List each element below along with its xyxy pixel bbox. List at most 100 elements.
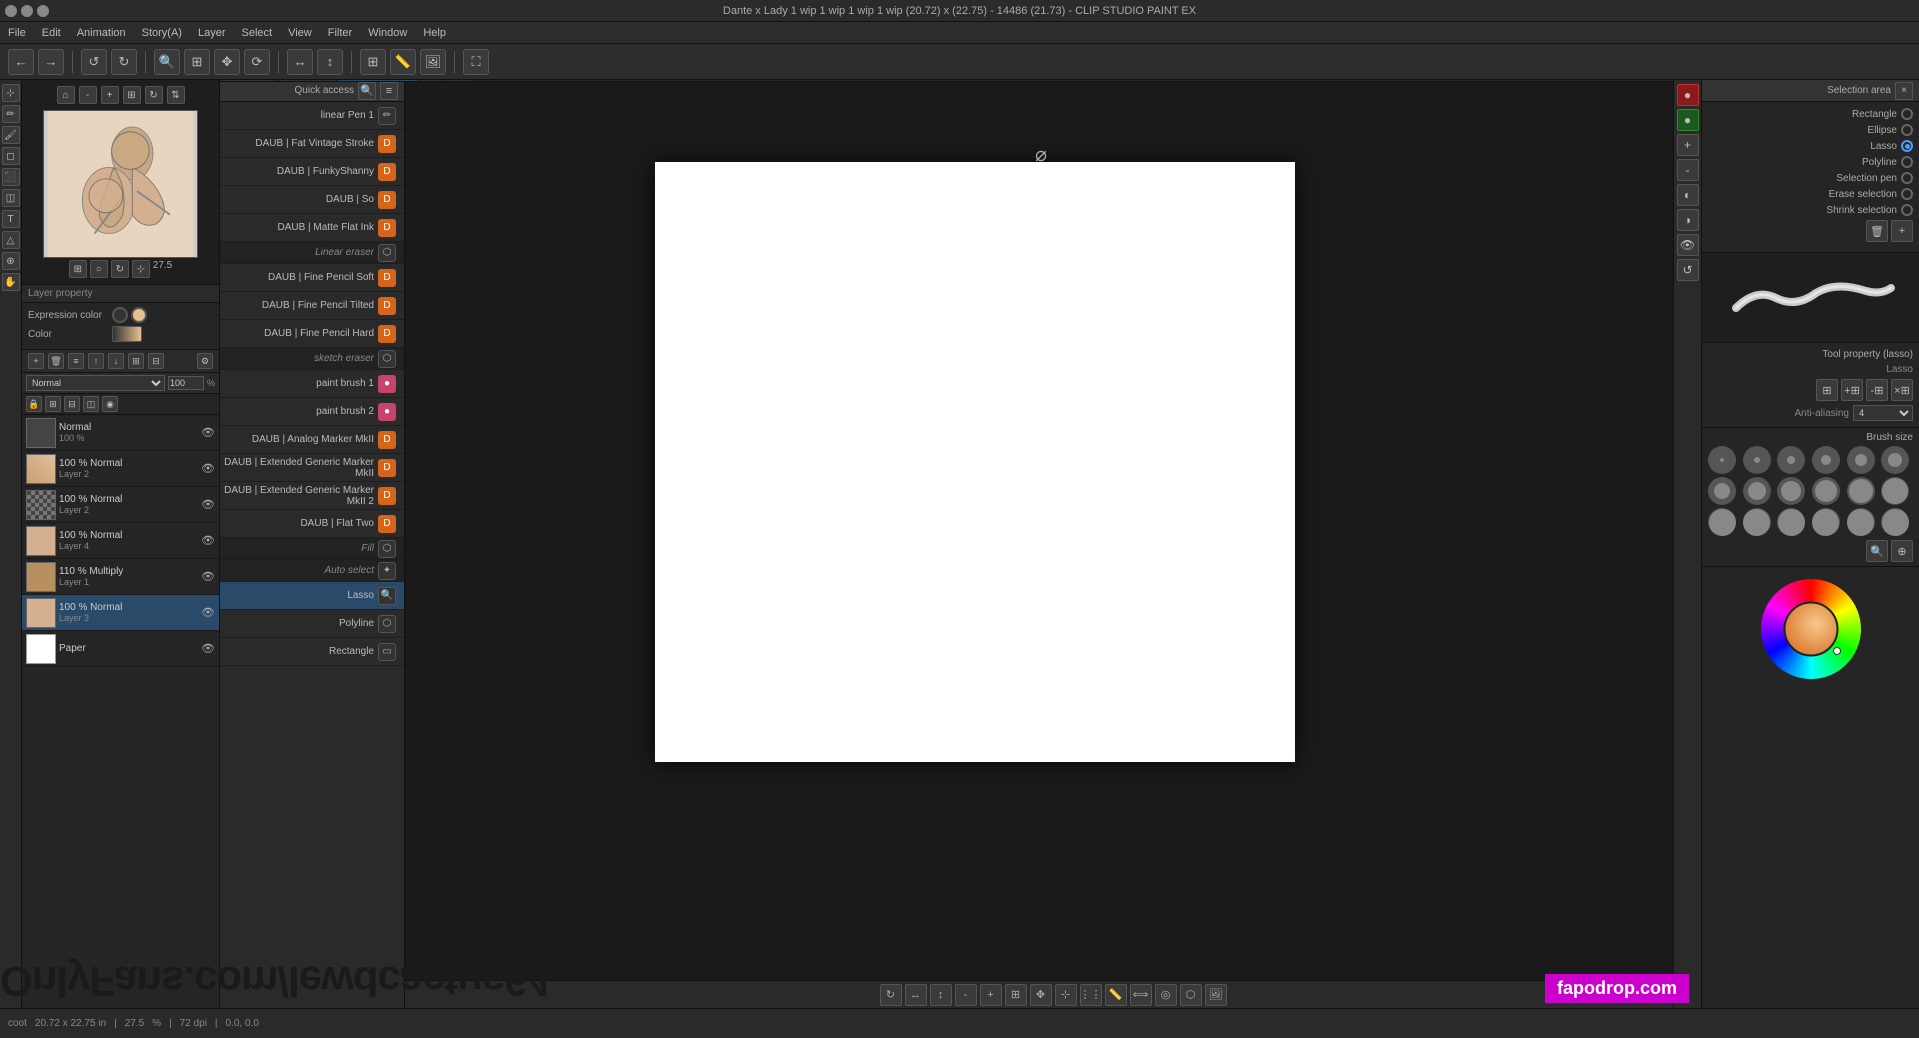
reference-button[interactable]: 🖼 — [420, 49, 446, 75]
nav-home[interactable]: ⌂ — [57, 86, 75, 104]
color-wheel[interactable] — [1761, 579, 1861, 679]
pen-tool[interactable]: ✏ — [2, 105, 20, 123]
color-red-btn[interactable]: ● — [1677, 84, 1699, 106]
layer-item[interactable]: Paper 👁 — [22, 631, 219, 667]
layer-item[interactable]: 100 % Normal Layer 2 👁 — [22, 487, 219, 523]
clip-btn[interactable]: ⊟ — [64, 396, 80, 412]
brush-size-15[interactable] — [1777, 477, 1805, 505]
canvas-btn-grid[interactable]: ⋮⋮ — [1080, 984, 1102, 1006]
window-controls[interactable] — [5, 5, 49, 17]
opacity-down[interactable]: ◑ — [1677, 209, 1699, 231]
canvas-btn-sym[interactable]: ⟺ — [1130, 984, 1152, 1006]
sel-add-btn[interactable]: + — [1891, 220, 1913, 242]
nav-opt2[interactable]: ○ — [90, 260, 108, 278]
brush-size-2[interactable] — [1777, 446, 1805, 474]
menu-filter[interactable]: Filter — [328, 27, 352, 39]
merge-btn[interactable]: ⊞ — [128, 353, 144, 369]
layer-visibility[interactable]: 👁 — [201, 642, 215, 656]
layer-item[interactable]: 100 % Normal Layer 4 👁 — [22, 523, 219, 559]
layer-item[interactable]: Normal 100 % 👁 — [22, 415, 219, 451]
brush-item-pencil-tilted[interactable]: DAUB | Fine Pencil Tilted D — [220, 292, 404, 320]
text-tool[interactable]: T — [2, 210, 20, 228]
shape-tool[interactable]: △ — [2, 231, 20, 249]
brush-size-10[interactable] — [1743, 477, 1771, 505]
brush-item-extended2[interactable]: DAUB | Extended Generic Marker MkII 2 D — [220, 482, 404, 510]
layer-visibility[interactable]: 👁 — [201, 462, 215, 476]
blend-mode-select[interactable]: Normal Multiply Screen — [26, 375, 165, 391]
brush-tool[interactable]: 🖌 — [2, 126, 20, 144]
menu-layer[interactable]: Layer — [198, 27, 226, 39]
layer-visibility[interactable]: 👁 — [201, 426, 215, 440]
brush-size-60[interactable] — [1777, 508, 1805, 536]
opacity-up[interactable]: ◐ — [1677, 184, 1699, 206]
sel-mode-sub[interactable]: -⊞ — [1866, 379, 1888, 401]
layer-options-btn[interactable]: ≡ — [68, 353, 84, 369]
brush-item-linear-pen[interactable]: linear Pen 1 ✏ — [220, 102, 404, 130]
selection-pen-radio[interactable] — [1901, 172, 1913, 184]
ruler-button[interactable]: 📏 — [390, 49, 416, 75]
forward-button[interactable]: → — [38, 49, 64, 75]
brush-size-40[interactable] — [1708, 508, 1736, 536]
brush-size-80[interactable] — [1812, 508, 1840, 536]
layer-item[interactable]: 100 % Normal Layer 2 👁 — [22, 451, 219, 487]
brush-item-polyline[interactable]: Polyline ⬡ — [220, 610, 404, 638]
canvas-btn-zoom-out[interactable]: - — [955, 984, 977, 1006]
brush-size-30[interactable] — [1881, 477, 1909, 505]
menu-file[interactable]: File — [8, 27, 26, 39]
brush-size-50[interactable] — [1743, 508, 1771, 536]
lasso-radio[interactable] — [1901, 140, 1913, 152]
brush-item-rectangle[interactable]: Rectangle ▭ — [220, 638, 404, 666]
canvas-btn-onion[interactable]: ◎ — [1155, 984, 1177, 1006]
layer-visibility[interactable]: 👁 — [201, 606, 215, 620]
zoom-button[interactable]: 🔍 — [154, 49, 180, 75]
canvas-btn-select[interactable]: ⊞ — [1005, 984, 1027, 1006]
layer-item[interactable]: 110 % Multiply Layer 1 👁 — [22, 559, 219, 595]
flip-v-button[interactable]: ↕ — [317, 49, 343, 75]
brush-item-flat-two[interactable]: DAUB | Flat Two D — [220, 510, 404, 538]
menu-window[interactable]: Window — [368, 27, 407, 39]
eye-btn[interactable]: 👁 — [1677, 234, 1699, 256]
brush-size-3[interactable] — [1847, 446, 1875, 474]
zoom-tool[interactable]: ⊕ — [2, 252, 20, 270]
nav-fit[interactable]: ⊞ — [123, 86, 141, 104]
brush-size-25b[interactable] — [1847, 477, 1875, 505]
history-btn[interactable]: ↺ — [1677, 259, 1699, 281]
brush-item-lasso[interactable]: Lasso 🔍 — [220, 582, 404, 610]
brush-size-5[interactable] — [1881, 446, 1909, 474]
brush-item-pencil-hard[interactable]: DAUB | Fine Pencil Hard D — [220, 320, 404, 348]
opacity-input[interactable] — [168, 376, 204, 390]
close-button[interactable] — [5, 5, 17, 17]
layer-visibility[interactable]: 👁 — [201, 498, 215, 512]
canvas-btn-3d[interactable]: ⬡ — [1180, 984, 1202, 1006]
canvas-btn-rotate[interactable]: ↻ — [880, 984, 902, 1006]
flip-h-button[interactable]: ↔ — [287, 49, 313, 75]
size-search-btn[interactable]: 🔍 — [1866, 540, 1888, 562]
panel-close[interactable]: × — [1895, 82, 1913, 100]
canvas-btn-zoom-in[interactable]: + — [980, 984, 1002, 1006]
nav-opt3[interactable]: ↻ — [111, 260, 129, 278]
reference-layer-btn[interactable]: ◉ — [102, 396, 118, 412]
maximize-button[interactable] — [37, 5, 49, 17]
brush-size-20[interactable] — [1812, 477, 1840, 505]
brush-search-btn[interactable]: 🔍 — [358, 82, 376, 100]
canvas-btn-flipv[interactable]: ↕ — [930, 984, 952, 1006]
canvas-area[interactable]: ⌀ — [405, 102, 1701, 1008]
sel-mode-new[interactable]: ⊞ — [1816, 379, 1838, 401]
color-swatch-dark[interactable] — [112, 307, 128, 323]
lock-btn[interactable]: 🔒 — [26, 396, 42, 412]
brush-item-funky[interactable]: DAUB | FunkyShanny D — [220, 158, 404, 186]
brush-menu-btn[interactable]: ≡ — [380, 82, 398, 100]
brush-item-extended1[interactable]: DAUB | Extended Generic Marker MkII D — [220, 454, 404, 482]
brush-item-so[interactable]: DAUB | So D — [220, 186, 404, 214]
brush-size-8[interactable] — [1708, 477, 1736, 505]
move-canvas[interactable]: ✋ — [2, 273, 20, 291]
brush-item-pencil-soft[interactable]: DAUB | Fine Pencil Soft D — [220, 264, 404, 292]
nav-opt1[interactable]: ⊞ — [69, 260, 87, 278]
layer-visibility[interactable]: 👁 — [201, 570, 215, 584]
rectangle-radio[interactable] — [1901, 108, 1913, 120]
back-button[interactable]: ← — [8, 49, 34, 75]
undo-button[interactable]: ↺ — [81, 49, 107, 75]
color-wheel-dot[interactable] — [1833, 647, 1841, 655]
rotate-button[interactable]: ⟳ — [244, 49, 270, 75]
fullscreen-button[interactable]: ⛶ — [463, 49, 489, 75]
